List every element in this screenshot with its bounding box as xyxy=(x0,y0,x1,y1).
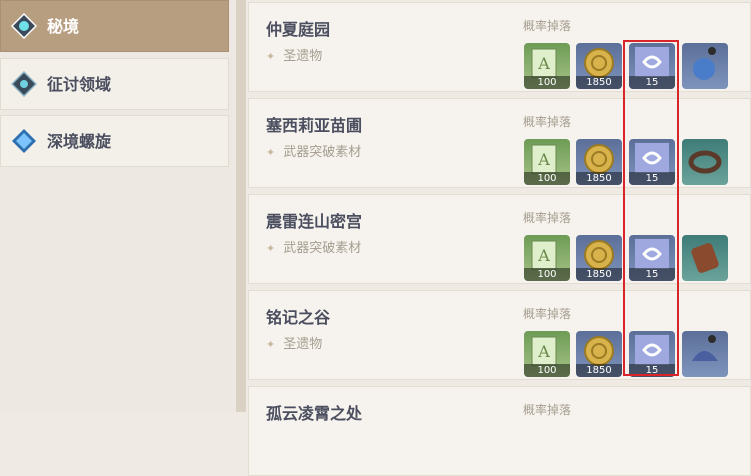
reward-count: 100 xyxy=(524,76,570,89)
spiral-abyss-icon xyxy=(12,129,36,153)
sidebar-item-spiral-abyss[interactable]: 深境螺旋 xyxy=(0,115,229,167)
domain-card-cecilia-garden[interactable]: 塞西莉亚苗圃 ✦ 武器突破素材 概率掉落 A 100 1850 15 xyxy=(248,98,751,188)
drop-chance-label: 概率掉落 xyxy=(523,211,572,225)
reward-count: 100 xyxy=(524,172,570,185)
reward-count: 1850 xyxy=(576,172,622,185)
artifact-flower-icon[interactable] xyxy=(682,331,728,377)
mora-coin-icon[interactable]: 1850 xyxy=(576,235,622,281)
panel-divider xyxy=(236,0,246,412)
domain-title: 塞西莉亚苗圃 xyxy=(266,116,363,135)
companionship-exp-icon[interactable]: 15 xyxy=(629,235,675,281)
sidebar-item-label: 深境螺旋 xyxy=(47,132,112,151)
companionship-exp-icon[interactable]: 15 xyxy=(629,139,675,185)
domain-card-valley-of-remembrance[interactable]: 铭记之谷 ✦ 圣遗物 概率掉落 A 100 1850 15 xyxy=(248,290,751,380)
reward-count: 15 xyxy=(629,364,675,377)
domain-card-midsummer-courtyard[interactable]: 仲夏庭园 ✦ 圣遗物 概率掉落 A 100 1850 15 xyxy=(248,2,751,92)
mora-coin-icon[interactable]: 1850 xyxy=(576,139,622,185)
domain-category: ✦ 武器突破素材 xyxy=(266,145,362,160)
domain-compass-icon xyxy=(11,13,37,39)
companionship-exp-icon[interactable]: 15 xyxy=(629,331,675,377)
sidebar-item-trounce-domains[interactable]: 征讨领域 xyxy=(0,58,229,110)
drop-chance-label: 概率掉落 xyxy=(523,403,572,417)
svg-text:A: A xyxy=(537,150,550,169)
reward-count: 1850 xyxy=(576,364,622,377)
svg-text:A: A xyxy=(537,54,550,73)
weapon-material-shackle-icon[interactable] xyxy=(682,139,728,185)
reward-count: 1850 xyxy=(576,76,622,89)
reward-count: 100 xyxy=(524,268,570,281)
domain-category: ✦ 圣遗物 xyxy=(266,49,323,64)
domain-card-peak-of-vindagnyr[interactable]: 孤云凌霄之处 概率掉落 xyxy=(248,386,751,476)
sidebar: 秘境 征讨领域 深境螺旋 xyxy=(0,0,236,412)
reward-count: 100 xyxy=(524,364,570,377)
adventure-exp-book-icon[interactable]: A 100 xyxy=(524,331,570,377)
drop-chance-label: 概率掉落 xyxy=(523,307,572,321)
mora-coin-icon[interactable]: 1850 xyxy=(576,43,622,89)
weapon-material-tooth-icon[interactable] xyxy=(682,235,728,281)
domain-category: ✦ 圣遗物 xyxy=(266,337,323,352)
sidebar-item-domains[interactable]: 秘境 xyxy=(0,0,229,52)
domain-title: 铭记之谷 xyxy=(266,308,331,327)
drop-chance-label: 概率掉落 xyxy=(523,19,572,33)
reward-count: 15 xyxy=(629,268,675,281)
domain-category: ✦ 武器突破素材 xyxy=(266,241,362,256)
artifact-flower-icon[interactable] xyxy=(682,43,728,89)
sidebar-item-label: 征讨领域 xyxy=(47,75,112,94)
svg-text:A: A xyxy=(537,342,550,361)
domain-title: 震雷连山密宫 xyxy=(266,212,363,231)
reward-count: 15 xyxy=(629,172,675,185)
companionship-exp-icon[interactable]: 15 xyxy=(629,43,675,89)
sidebar-item-label: 秘境 xyxy=(47,17,80,36)
adventure-exp-book-icon[interactable]: A 100 xyxy=(524,139,570,185)
reward-count: 1850 xyxy=(576,268,622,281)
trounce-domain-icon xyxy=(11,71,37,97)
domain-title: 仲夏庭园 xyxy=(266,20,331,39)
adventure-exp-book-icon[interactable]: A 100 xyxy=(524,235,570,281)
svg-text:A: A xyxy=(537,246,550,265)
drop-chance-label: 概率掉落 xyxy=(523,115,572,129)
domain-title: 孤云凌霄之处 xyxy=(266,404,363,423)
mora-coin-icon[interactable]: 1850 xyxy=(576,331,622,377)
adventure-exp-book-icon[interactable]: A 100 xyxy=(524,43,570,89)
reward-count: 15 xyxy=(629,76,675,89)
domain-card-hidden-palace-of-lianshan[interactable]: 震雷连山密宫 ✦ 武器突破素材 概率掉落 A 100 1850 15 xyxy=(248,194,751,284)
